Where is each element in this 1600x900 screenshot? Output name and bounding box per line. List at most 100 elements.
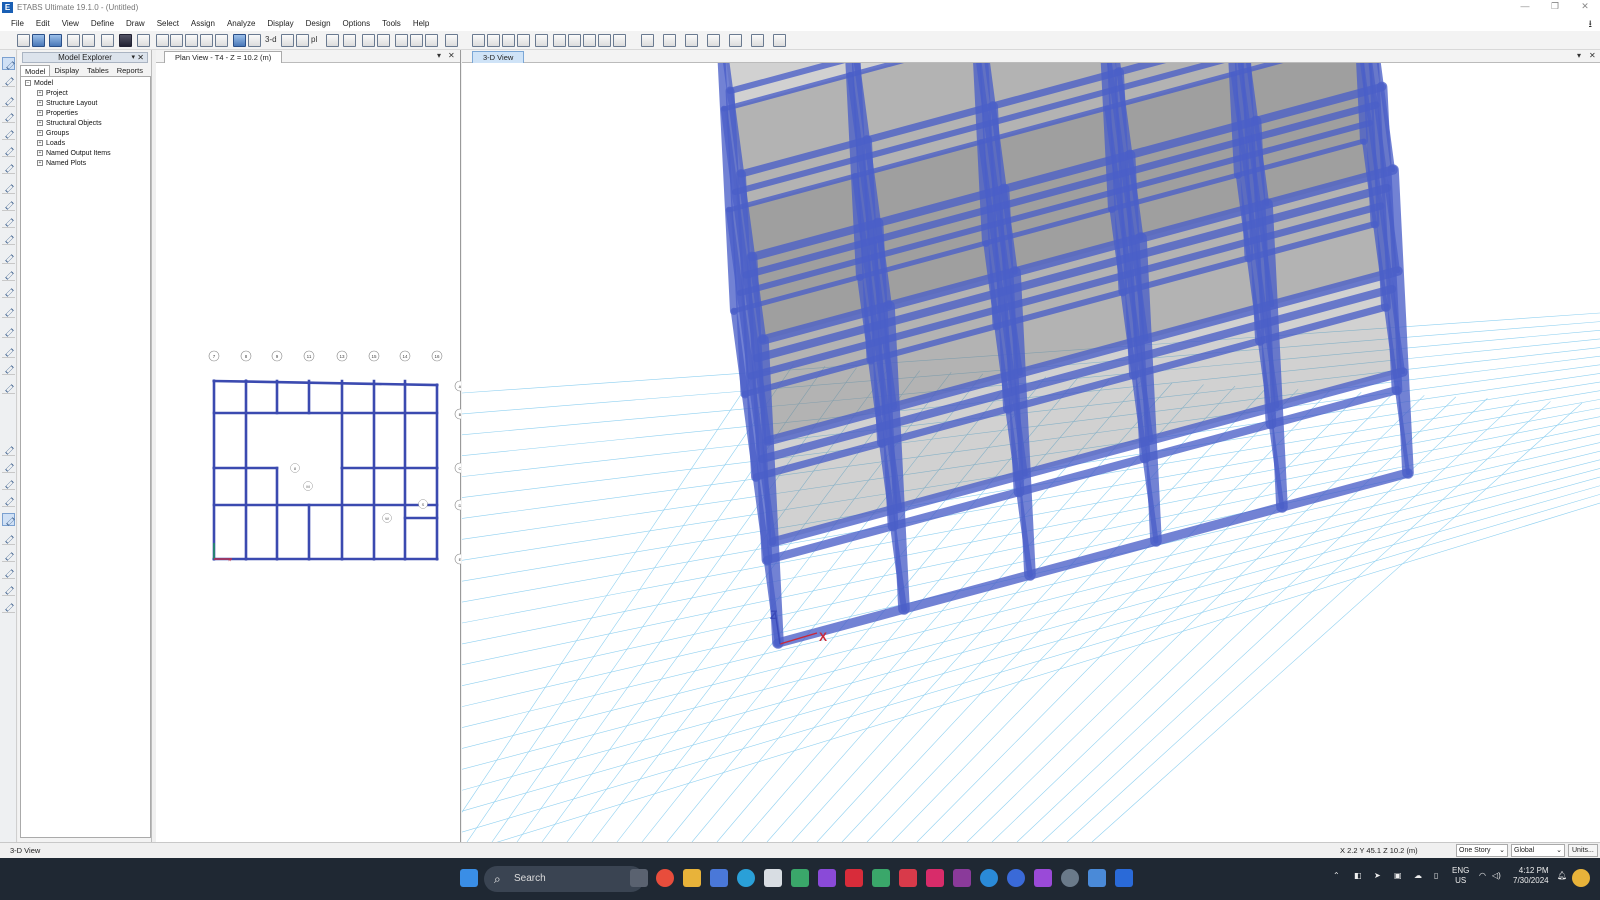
elevation-view-icon[interactable] — [296, 34, 309, 47]
excel-icon[interactable] — [872, 869, 890, 887]
pointer-select-icon[interactable] — [2, 57, 15, 70]
maximize-button[interactable]: ❐ — [1540, 0, 1570, 15]
draw-wall-icon[interactable] — [535, 34, 548, 47]
view-3d-button[interactable]: 3-d — [265, 35, 277, 44]
draw-opening-tool-icon[interactable] — [2, 232, 15, 245]
chrome-icon[interactable] — [656, 869, 674, 887]
lock-icon[interactable] — [119, 34, 132, 47]
grid-bubble[interactable]: 16 — [431, 350, 443, 362]
task-view-icon[interactable] — [630, 869, 648, 887]
expand-icon[interactable]: + — [37, 100, 43, 107]
tray-expand-icon[interactable]: ⌃ — [1333, 871, 1340, 880]
grid-bubble[interactable]: B — [454, 408, 461, 420]
snap-points-icon[interactable] — [2, 443, 15, 456]
tree-item-structural-objects[interactable]: + Structural Objects — [37, 119, 102, 128]
grid-bubble[interactable]: E — [454, 553, 461, 565]
grid-bubble[interactable]: 9 — [271, 350, 283, 362]
menu-analyze[interactable]: Analyze — [221, 19, 261, 28]
menu-assign[interactable]: Assign — [185, 19, 221, 28]
draw-tendon-tool-icon[interactable] — [2, 345, 15, 358]
section-line-icon[interactable] — [773, 34, 786, 47]
tree-item-groups[interactable]: + Groups — [37, 129, 69, 138]
grid-bubble[interactable]: 13 — [336, 350, 348, 362]
app-icon[interactable] — [1115, 869, 1133, 887]
menu-select[interactable]: Select — [151, 19, 185, 28]
draw-link-icon[interactable] — [583, 34, 596, 47]
draw-wall-stack-icon[interactable] — [2, 285, 15, 298]
app-icon[interactable] — [899, 869, 917, 887]
tree-item-structure-layout[interactable]: + Structure Layout — [37, 99, 97, 108]
file-explorer-icon[interactable] — [683, 869, 701, 887]
set-display-options-icon[interactable] — [410, 34, 423, 47]
menu-define[interactable]: Define — [85, 19, 120, 28]
expand-icon[interactable]: + — [37, 120, 43, 127]
draw-tendon-icon[interactable] — [598, 34, 611, 47]
close-button[interactable]: ✕ — [1570, 0, 1600, 15]
menu-view[interactable]: View — [56, 19, 85, 28]
menu-draw[interactable]: Draw — [120, 19, 151, 28]
menu-design[interactable]: Design — [300, 19, 337, 28]
tab-display[interactable]: Display — [50, 65, 83, 76]
redo-icon[interactable] — [82, 34, 95, 47]
dropdown-icon[interactable]: ▾ — [131, 53, 135, 62]
section-dashed-icon[interactable] — [729, 34, 742, 47]
autocad-icon[interactable] — [926, 869, 944, 887]
close-panel-icon[interactable]: ✕ — [137, 53, 144, 62]
menu-file[interactable]: File — [5, 19, 30, 28]
plan-view-canvas[interactable]: 7 8 9 11 13 15 14 16 A B C D E 8 M W S × — [156, 63, 461, 842]
language-indicator[interactable]: ENG US — [1452, 866, 1469, 886]
grid-bubble[interactable]: 7 — [208, 350, 220, 362]
wifi-icon[interactable]: ◠ — [1479, 871, 1486, 880]
assign-icon[interactable] — [425, 34, 438, 47]
taskbar-search[interactable]: ⌕ Search — [484, 866, 644, 892]
grid-bubble[interactable]: C — [454, 462, 461, 474]
snap-parallel-icon[interactable] — [2, 600, 15, 613]
settings-icon[interactable] — [1061, 869, 1079, 887]
units-button[interactable]: Units... — [1568, 844, 1598, 857]
app-icon[interactable] — [1034, 869, 1052, 887]
draw-brace-tool-icon[interactable] — [2, 161, 15, 174]
snap-midpoints-icon[interactable] — [2, 566, 15, 579]
expand-icon[interactable]: + — [37, 160, 43, 167]
plan-view-icon[interactable] — [281, 34, 294, 47]
refresh-icon[interactable] — [101, 34, 114, 47]
draw-brace-icon[interactable] — [487, 34, 500, 47]
menu-options[interactable]: Options — [337, 19, 377, 28]
draw-rectangular-floor-icon[interactable] — [2, 198, 15, 211]
tab-model[interactable]: Model — [20, 65, 51, 76]
draw-column-tool-icon[interactable] — [2, 127, 15, 140]
tree-item-model[interactable]: − Model — [25, 79, 53, 88]
snap-grid-icon[interactable] — [2, 532, 15, 545]
zoom-restore-icon[interactable] — [170, 34, 183, 47]
display-undeformed-icon[interactable] — [445, 34, 458, 47]
calculator-icon[interactable] — [764, 869, 782, 887]
plan-view-pane[interactable]: Plan View - T4 - Z = 10.2 (m) ▾ ✕ 7 8 9 … — [156, 50, 461, 842]
onedrive-icon[interactable]: ☁ — [1414, 871, 1422, 880]
pl-button[interactable]: pl — [311, 35, 317, 44]
save-icon[interactable] — [49, 34, 62, 47]
section-box-icon[interactable] — [663, 34, 676, 47]
draw-slab-icon[interactable] — [553, 34, 566, 47]
tree-item-named-plots[interactable]: + Named Plots — [37, 159, 86, 168]
snap-fine-grid-icon[interactable] — [2, 549, 15, 562]
section-channel-icon[interactable] — [707, 34, 720, 47]
draw-joint-icon[interactable] — [2, 94, 15, 107]
expand-icon[interactable]: + — [37, 130, 43, 137]
dropdown-icon[interactable]: ▾ — [437, 51, 441, 60]
teams-icon[interactable] — [710, 869, 728, 887]
menu-display[interactable]: Display — [261, 19, 299, 28]
tray-icon[interactable]: ▣ — [1394, 871, 1402, 880]
tree-item-named-output-items[interactable]: + Named Output Items — [37, 149, 111, 158]
draw-wall-tool-icon[interactable] — [2, 251, 15, 264]
dropdown-icon[interactable]: ▾ — [1577, 51, 1581, 60]
edge-icon[interactable] — [737, 869, 755, 887]
draw-grid-icon[interactable] — [2, 325, 15, 338]
zoom-in-icon[interactable] — [185, 34, 198, 47]
quick-draw-floor-icon[interactable] — [2, 215, 15, 228]
draw-column-icon[interactable] — [517, 34, 530, 47]
grid-bubble[interactable]: 14 — [399, 350, 411, 362]
snap-perpendicular-icon[interactable] — [2, 494, 15, 507]
zoom-rubberband-icon[interactable] — [156, 34, 169, 47]
draw-dimension-icon[interactable] — [613, 34, 626, 47]
start-icon[interactable] — [460, 869, 478, 887]
